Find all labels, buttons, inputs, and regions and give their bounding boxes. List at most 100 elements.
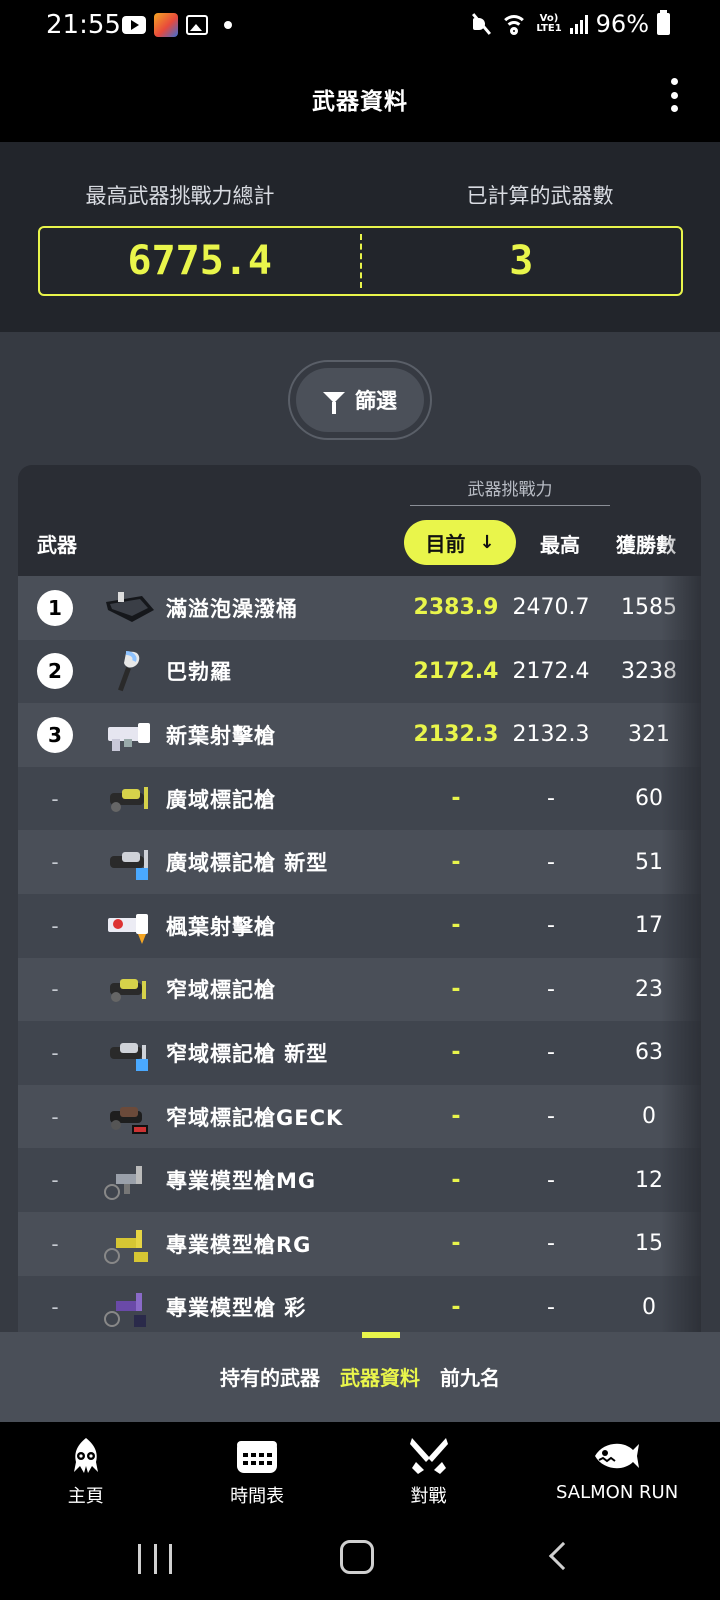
nav-schedule-label: 時間表: [230, 1486, 285, 1507]
rank-cell: -: [18, 850, 92, 874]
table-row[interactable]: - 楓葉射擊槍 - - 17: [18, 893, 701, 958]
column-header-weapon: 武器: [37, 533, 77, 557]
weapon-icon: [92, 1028, 166, 1078]
weapon-icon: [92, 837, 166, 887]
rank-cell: 3: [18, 716, 92, 753]
weapon-list-area: 篩選 武器挑戰力 武器 目前 ↓ 最高 獲勝數 1 滿溢泡澡潑桶 2383.9 247…: [0, 332, 720, 1332]
win-count: 0: [642, 1294, 656, 1320]
win-count: 12: [635, 1167, 663, 1193]
sort-descending-icon: ↓: [479, 532, 495, 553]
filter-button[interactable]: 篩選: [296, 368, 424, 432]
best-power: 2172.4: [512, 658, 590, 684]
battle-icon: [408, 1436, 450, 1476]
salmon-icon: [593, 1436, 641, 1476]
win-count: 23: [635, 976, 663, 1002]
table-row[interactable]: - 窄域標記槍GECK - - 0: [18, 1084, 701, 1149]
rank-text: -: [51, 1168, 59, 1193]
back-icon[interactable]: [548, 1541, 578, 1571]
recent-apps-icon[interactable]: [138, 1544, 172, 1574]
lte-icon: Vo) LTE1: [536, 13, 562, 34]
table-row[interactable]: - 廣域標記槍 新型 - - 51: [18, 830, 701, 894]
summary-panel: 最高武器挑戰力總計 已計算的武器數 6775.4 3: [0, 142, 720, 332]
weapon-icon: [92, 1155, 166, 1205]
group-header-divider: [410, 505, 610, 506]
sub-tab-bar: 持有的武器 武器資料 前九名: [0, 1332, 720, 1422]
best-power: -: [547, 786, 555, 812]
table-row[interactable]: - 廣域標記槍 - - 60: [18, 766, 701, 831]
rank-text: -: [51, 913, 59, 938]
weapon-name: 楓葉射擊槍: [166, 914, 276, 939]
bottom-navigation: 主頁 時間表 對戰 SALMON RUN: [0, 1422, 720, 1522]
best-power: -: [547, 849, 555, 875]
weapon-name: 專業模型槍 彩: [166, 1296, 307, 1321]
calendar-icon: [235, 1436, 279, 1476]
table-row[interactable]: - 窄域標記槍 新型 - - 63: [18, 1021, 701, 1085]
current-power: 2132.3: [413, 722, 499, 748]
total-power-label: 最高武器挑戰力總計: [85, 184, 275, 208]
best-power: -: [547, 1104, 555, 1130]
tab-owned-weapons[interactable]: 持有的武器: [220, 1362, 320, 1391]
table-row[interactable]: - 專業模型槍MG - - 12: [18, 1148, 701, 1212]
weapon-icon: [92, 646, 166, 696]
current-power: -: [451, 1040, 461, 1066]
total-power-value: 6775.4: [127, 238, 273, 284]
app-header: 武器資料: [0, 52, 720, 142]
nav-battle-label: 對戰: [410, 1486, 447, 1507]
rank-badge: 2: [37, 653, 73, 690]
home-icon[interactable]: [340, 1540, 374, 1574]
rank-cell: -: [18, 1232, 92, 1256]
best-power: 2132.3: [512, 722, 590, 748]
weapon-name: 窄域標記槍 新型: [166, 1041, 329, 1066]
best-power: -: [547, 976, 555, 1002]
table-row[interactable]: - 窄域標記槍 - - 23: [18, 957, 701, 1022]
win-count: 51: [635, 849, 663, 875]
table-row[interactable]: 2 巴勃羅 2172.4 2172.4 3238: [18, 639, 701, 704]
rank-cell: 1: [18, 589, 92, 626]
nav-schedule[interactable]: 時間表: [171, 1422, 342, 1522]
column-header-best[interactable]: 最高: [510, 529, 610, 558]
rank-cell: -: [18, 914, 92, 938]
nav-battle[interactable]: 對戰: [343, 1422, 514, 1522]
win-count: 17: [635, 913, 663, 939]
rank-text: -: [51, 1231, 59, 1256]
sort-current-button[interactable]: 目前 ↓: [404, 520, 516, 565]
weapon-name: 專業模型槍MG: [166, 1169, 317, 1194]
summary-box: 6775.4 3: [38, 226, 683, 296]
rank-cell: -: [18, 1168, 92, 1192]
weapon-icon: [92, 901, 166, 951]
win-count: 321: [628, 722, 670, 748]
table-row[interactable]: 1 滿溢泡澡潑桶 2383.9 2470.7 1585: [18, 576, 701, 640]
table-row[interactable]: - 專業模型槍 彩 - - 0: [18, 1275, 701, 1332]
table-row[interactable]: 3 新葉射擊槍 2132.3 2132.3 321: [18, 703, 701, 767]
win-count: 0: [642, 1104, 656, 1130]
clock: 21:55: [46, 10, 121, 40]
nav-home-label: 主頁: [67, 1486, 104, 1507]
rank-cell: -: [18, 1041, 92, 1065]
rank-badge: 3: [37, 716, 73, 753]
page-title: 武器資料: [312, 89, 408, 115]
wifi-icon: [500, 13, 529, 35]
current-power: -: [451, 1167, 461, 1193]
system-navigation-bar: [0, 1522, 720, 1600]
column-header-wins[interactable]: 獲勝數: [616, 529, 701, 558]
current-power: 2383.9: [413, 595, 499, 621]
best-power: -: [547, 913, 555, 939]
battery-icon: [657, 10, 670, 35]
filter-button-frame: 篩選: [288, 360, 432, 440]
current-power: -: [451, 1104, 461, 1130]
win-count: 3238: [621, 658, 677, 684]
win-count: 15: [635, 1231, 663, 1257]
tab-weapon-data[interactable]: 武器資料: [340, 1362, 420, 1391]
nav-home[interactable]: 主頁: [0, 1422, 171, 1522]
table-row[interactable]: - 專業模型槍RG - - 15: [18, 1211, 701, 1276]
signal-icon: [569, 14, 588, 34]
weapon-table: 武器挑戰力 武器 目前 ↓ 最高 獲勝數 1 滿溢泡澡潑桶 2383.9 2470.7…: [18, 465, 701, 1332]
nav-salmon-run[interactable]: SALMON RUN: [514, 1422, 720, 1522]
rank-text: -: [51, 850, 59, 875]
tab-top-nine[interactable]: 前九名: [440, 1362, 500, 1391]
rank-text: -: [51, 1295, 59, 1320]
best-power: -: [547, 1294, 555, 1320]
more-options-icon[interactable]: [668, 78, 680, 112]
table-body: 1 滿溢泡澡潑桶 2383.9 2470.7 1585 2 巴勃羅 2172.4 2172.4 3…: [18, 576, 701, 1332]
gallery-icon: [186, 15, 208, 35]
